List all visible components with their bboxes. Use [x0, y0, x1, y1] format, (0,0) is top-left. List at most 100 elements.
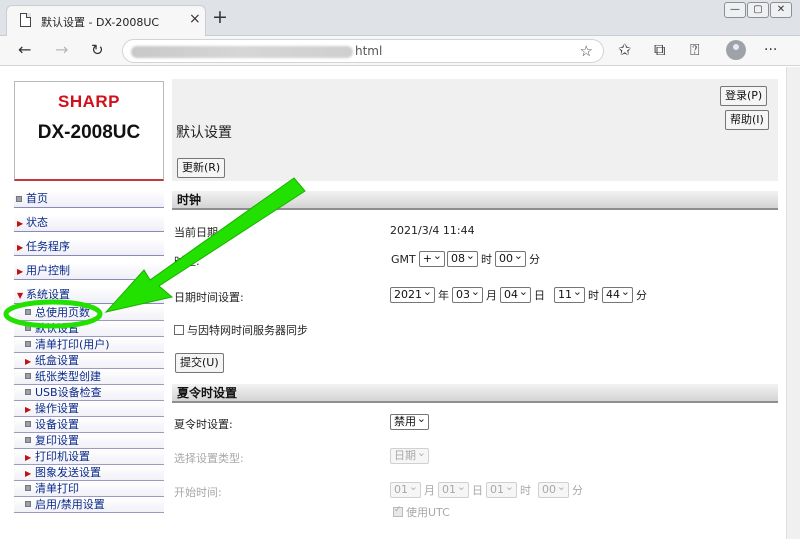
close-tab-icon[interactable]: ×: [189, 11, 201, 27]
refresh-icon[interactable]: ↻: [91, 41, 104, 59]
minute-unit: 分: [636, 289, 647, 302]
datetime-label: 日期时间设置:: [174, 291, 244, 304]
current-date-label: 当前日期:: [174, 226, 222, 239]
sidebar-item-label: 系统设置: [26, 288, 70, 301]
start-day-select[interactable]: 01: [438, 480, 469, 498]
sidebar-subitem-list-print-user[interactable]: 清单打印(用户): [14, 337, 164, 353]
dst-select[interactable]: 禁用: [390, 412, 429, 430]
sidebar-item-label: 纸张类型创建: [35, 370, 101, 383]
sidebar-item-label: 打印机设置: [35, 450, 90, 463]
maximize-icon[interactable]: ▢: [747, 2, 769, 18]
profile-icon[interactable]: [726, 40, 746, 60]
forward-icon[interactable]: →: [55, 41, 68, 59]
back-icon[interactable]: ←: [18, 41, 31, 59]
setting-type-controls: 日期: [390, 446, 429, 464]
start-minute-select[interactable]: 00: [538, 480, 569, 498]
browser-tab[interactable]: 默认设置 - DX-2008UC ×: [6, 5, 206, 36]
arrow-right-icon: ▶: [17, 219, 24, 228]
browser-titlebar: 默认设置 - DX-2008UC × + — ▢ ✕: [0, 0, 800, 36]
tab-title: 默认设置 - DX-2008UC: [41, 16, 160, 29]
submit-button[interactable]: 提交(U): [175, 353, 224, 373]
tz-minute-select[interactable]: 00: [494, 249, 526, 267]
square-bullet-icon: [16, 196, 22, 202]
gmt-label: GMT: [391, 252, 416, 266]
sidebar-item-job-programs[interactable]: ▶ 任务程序: [14, 239, 164, 256]
utc-label: 使用UTC: [406, 506, 450, 519]
sidebar-subitem-list-print[interactable]: 清单打印: [14, 481, 164, 497]
arrow-right-icon: ▶: [25, 453, 32, 462]
day-unit: 日: [534, 289, 545, 302]
sidebar-item-status[interactable]: ▶ 状态: [14, 215, 164, 232]
more-icon[interactable]: ···: [764, 41, 777, 59]
minimize-icon[interactable]: —: [724, 2, 746, 18]
browser-toolbar: ← → ↻ html ☆ ✩ ⧉ ⍰ ···: [0, 36, 800, 66]
sidebar-item-label: 任务程序: [26, 240, 70, 253]
sidebar-item-label: 复印设置: [35, 434, 79, 447]
sidebar-subitem-image-send[interactable]: ▶ 图象发送设置: [14, 465, 164, 481]
square-bullet-icon: [25, 373, 31, 379]
year-unit: 年: [438, 289, 449, 302]
page-title: 默认设置: [176, 125, 232, 141]
window-controls: — ▢ ✕: [724, 2, 792, 18]
arrow-right-icon: ▶: [25, 405, 32, 414]
sync-label: 与因特网时间服务器同步: [187, 324, 308, 337]
favorites-icon[interactable]: ✩: [618, 41, 631, 59]
sync-row: 与因特网时间服务器同步: [174, 322, 308, 338]
logo-panel: SHARP DX-2008UC: [14, 81, 164, 181]
help-button[interactable]: 帮助(I): [725, 110, 769, 130]
setting-type-select[interactable]: 日期: [390, 446, 429, 464]
start-time-controls: 01 月 01 日 01 时 00 分: [390, 480, 584, 498]
utc-checkbox[interactable]: [393, 505, 403, 517]
year-select[interactable]: 2021: [390, 285, 435, 303]
sidebar-item-user-control[interactable]: ▶ 用户控制: [14, 263, 164, 280]
start-hour-select[interactable]: 01: [486, 480, 517, 498]
sidebar-item-system-settings[interactable]: ▼ 系统设置: [14, 287, 164, 304]
hour-select[interactable]: 11: [554, 285, 585, 303]
arrow-right-icon: ▶: [17, 243, 24, 252]
square-bullet-icon: [25, 309, 31, 315]
favorite-star-icon[interactable]: ☆: [580, 42, 593, 60]
header-band: [172, 79, 778, 181]
tz-sign-select[interactable]: +: [418, 249, 445, 267]
arrow-down-icon: ▼: [17, 291, 24, 300]
update-button[interactable]: 更新(R): [177, 158, 226, 178]
close-window-icon[interactable]: ✕: [770, 2, 792, 18]
sidebar-subitem-device-settings[interactable]: 设备设置: [14, 417, 164, 433]
page-icon: [20, 13, 31, 27]
sidebar-subitem-tray-settings[interactable]: ▶ 纸盒设置: [14, 353, 164, 369]
square-bullet-icon: [25, 501, 31, 507]
sidebar-item-home[interactable]: 首页: [14, 191, 164, 208]
brand-logo: SHARP: [57, 92, 120, 111]
page-content: SHARP DX-2008UC 首页 ▶ 状态 ▶ 任务程序 ▶ 用户控制 ▼ …: [0, 67, 800, 539]
month-select[interactable]: 03: [452, 285, 483, 303]
share-icon[interactable]: ⍰: [690, 41, 700, 59]
sidebar-subitem-printer-settings[interactable]: ▶ 打印机设置: [14, 449, 164, 465]
datetime-controls: 2021 年 03 月 04 日 11 时 44 分: [390, 285, 648, 303]
sidebar-subitem-operation-settings[interactable]: ▶ 操作设置: [14, 401, 164, 417]
hour-unit: 时: [588, 289, 599, 302]
sidebar-subitem-enable-disable[interactable]: 启用/禁用设置: [14, 497, 164, 513]
arrow-right-icon: ▶: [17, 267, 24, 276]
month-unit: 月: [486, 289, 497, 302]
minute-select[interactable]: 44: [602, 285, 633, 303]
sidebar-subitem-total-count[interactable]: 总使用页数: [14, 305, 164, 321]
page-scrollbar[interactable]: [786, 67, 800, 539]
square-bullet-icon: [25, 437, 31, 443]
new-tab-icon[interactable]: +: [212, 6, 228, 28]
address-bar[interactable]: html ☆: [122, 39, 604, 63]
collections-icon[interactable]: ⧉: [654, 41, 665, 59]
sidebar-subitem-copy-settings[interactable]: 复印设置: [14, 433, 164, 449]
address-blurred: [131, 46, 353, 58]
square-bullet-icon: [25, 421, 31, 427]
sidebar-nav: 首页 ▶ 状态 ▶ 任务程序 ▶ 用户控制 ▼ 系统设置 总使用页数 默认设置: [14, 191, 164, 513]
tz-hour-select[interactable]: 08: [446, 249, 478, 267]
sync-checkbox[interactable]: [174, 325, 184, 335]
day-select[interactable]: 04: [500, 285, 531, 303]
login-button[interactable]: 登录(P): [720, 86, 768, 106]
sidebar-subitem-paper-type[interactable]: 纸张类型创建: [14, 369, 164, 385]
start-minute-unit: 分: [572, 484, 583, 497]
sidebar-subitem-usb-check[interactable]: USB设备检查: [14, 385, 164, 401]
section-dst: 夏令时设置: [172, 384, 778, 403]
start-month-select[interactable]: 01: [390, 480, 421, 498]
sidebar-subitem-default-settings[interactable]: 默认设置: [14, 321, 164, 337]
